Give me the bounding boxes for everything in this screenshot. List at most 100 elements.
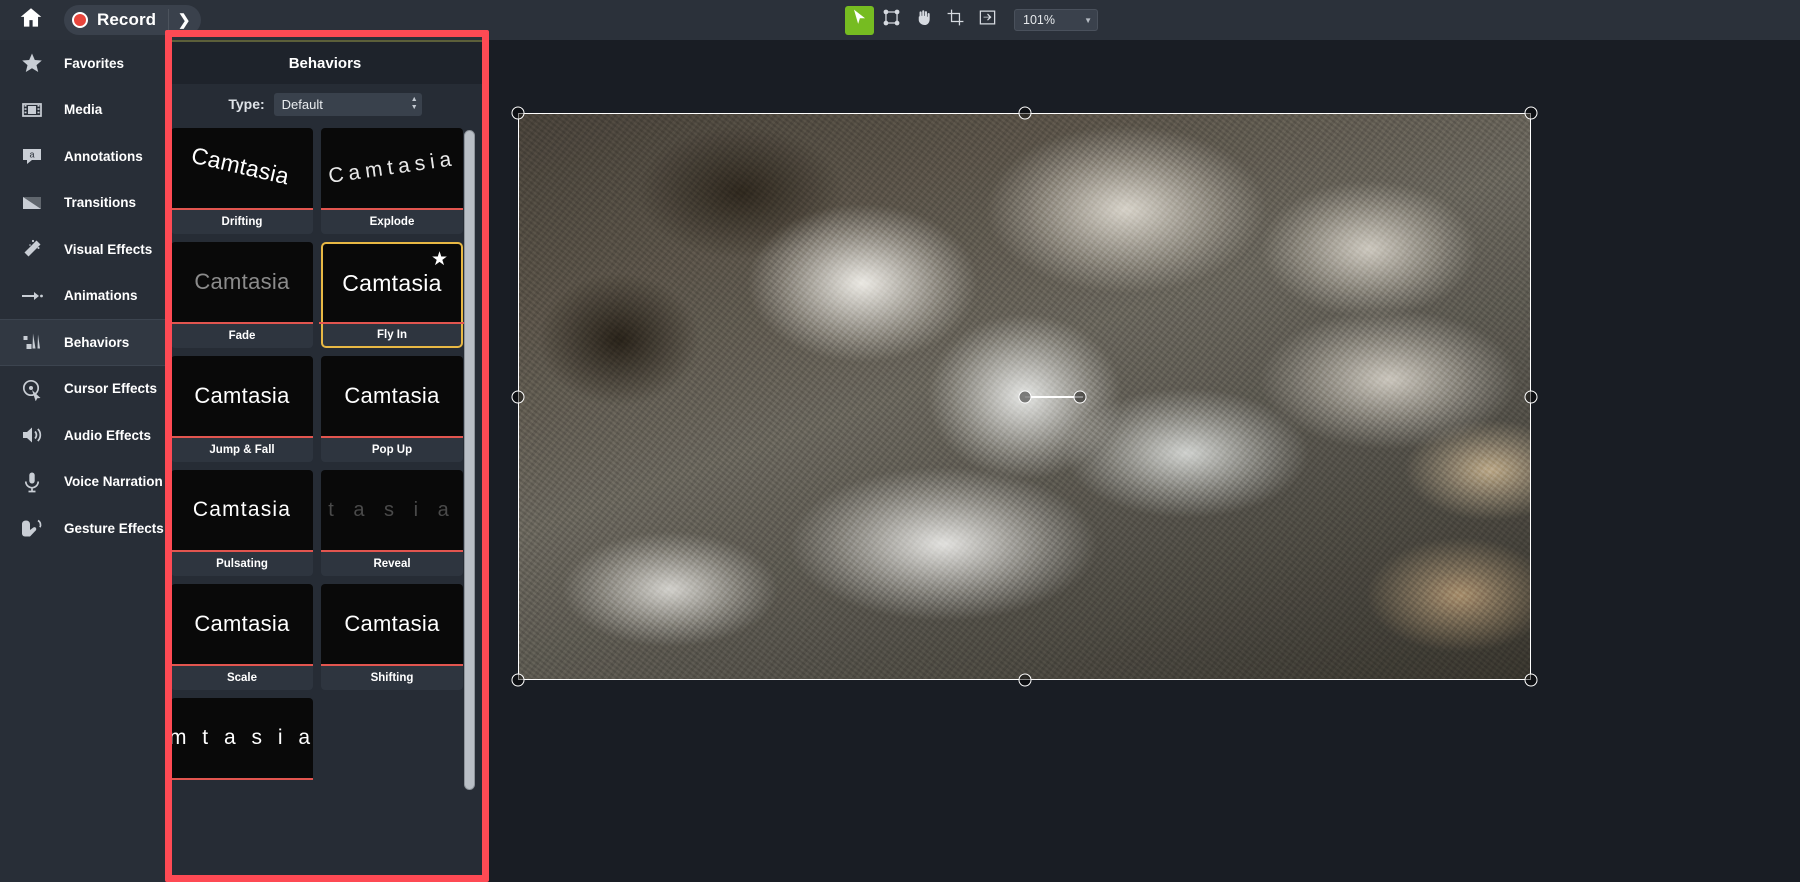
select-tool-button[interactable] [845,5,874,35]
edit-points-tool-button[interactable] [877,6,906,35]
behaviors-icon [16,328,48,356]
behavior-tile-fade[interactable]: Camtasia Fade [171,242,313,348]
behavior-label: Explode [369,216,415,228]
crop-icon [946,8,965,32]
behavior-label: Pop Up [371,444,413,456]
behavior-label: Shifting [370,672,414,684]
sidebar-label: Animations [64,288,138,304]
behavior-caption: Scale [171,666,313,690]
behavior-caption: Reveal [321,552,463,576]
home-icon [18,5,44,36]
behavior-tile-explode[interactable]: Camtasia Explode [321,128,463,234]
preview-text: m t a s i a [171,726,313,749]
hand-icon [914,8,933,32]
behavior-caption: Explode [321,210,463,234]
chevron-down-icon: ▼ [1084,15,1092,25]
preview-text: Camtasia [192,498,292,521]
preview-text: Camtasia [194,611,290,636]
sidebar-label: Favorites [64,55,125,71]
preview-text: Camtasia [344,611,440,636]
behavior-preview: Camtasia [171,584,313,664]
microphone-icon [16,468,48,496]
behaviors-grid: Camtasia Drifting Camtasia Explode Camta… [171,128,465,780]
behavior-preview: Camtasia [171,470,313,550]
magic-wand-icon [16,235,48,263]
canvas-area[interactable] [489,40,1800,882]
sidebar-item-cursor-effects[interactable]: Cursor Effects [0,366,165,413]
home-button[interactable] [0,0,62,40]
handle-middle-right[interactable] [1524,390,1538,403]
canvas-stage[interactable] [511,106,1538,687]
handle-bottom-right[interactable] [1524,673,1538,687]
sidebar-item-gesture-effects[interactable]: Gesture Effects [0,505,165,552]
sidebar-item-favorites[interactable]: Favorites [0,40,165,87]
behavior-preview: Camtasia [321,356,463,436]
sidebar-item-audio-effects[interactable]: Audio Effects [0,412,165,459]
handle-rotate-end[interactable] [1073,390,1086,403]
behavior-label: Jump & Fall [209,444,275,456]
behavior-caption: Fade [171,324,313,348]
preview-text: t a s i a [328,498,456,521]
sidebar-label: Media [64,102,103,118]
star-icon [16,49,48,77]
sidebar-item-annotations[interactable]: a Annotations [0,133,165,180]
behavior-tile-scale[interactable]: Camtasia Scale [171,584,313,690]
zoom-level-select[interactable]: 101% ▼ [1014,9,1098,31]
handle-center-rotate[interactable] [1018,390,1031,403]
type-select[interactable]: Default ▲ ▼ [273,92,422,116]
record-button[interactable]: Record ❯ [64,5,202,35]
handle-top-left[interactable] [511,106,525,120]
callout-a-icon: a [16,142,48,170]
handle-bottom-left[interactable] [511,673,525,687]
handle-top-right[interactable] [1524,106,1538,120]
type-row: Type: Default ▲ ▼ [165,84,485,124]
preview-text: Camtasia [344,383,440,408]
sidebar-item-voice-narration[interactable]: Voice Narration [0,459,165,506]
hand-tool-button[interactable] [909,6,938,35]
panel-scrollbar-track[interactable] [464,130,475,790]
sidebar-item-behaviors[interactable]: Behaviors [0,319,165,366]
spinner-arrows-icon: ▲ ▼ [410,96,418,111]
crop-tool-button[interactable] [941,6,970,35]
arrow-animate-icon [16,282,48,310]
behavior-label: Drifting [221,216,263,228]
cursor-effects-icon [16,375,48,403]
preview-text: Camtasia [194,383,290,408]
sidebar-item-transitions[interactable]: Transitions [0,180,165,227]
behavior-tile-pulsating[interactable]: Camtasia Pulsating [171,470,313,576]
record-dot-icon [72,12,88,28]
handle-middle-left[interactable] [511,390,525,403]
svg-text:a: a [29,150,34,160]
behavior-caption: Pulsating [171,552,313,576]
sidebar-item-visual-effects[interactable]: Visual Effects [0,226,165,273]
favorite-star-icon[interactable]: ★ [431,250,448,269]
behavior-tile-jump-and-fall[interactable]: Camtasia Jump & Fall [171,356,313,462]
preview-text: Camtasia [189,141,293,189]
behavior-tile-partial[interactable]: m t a s i a [171,698,313,780]
panel-title: Behaviors [288,54,362,72]
behavior-tile-fly-in[interactable]: Camtasia ★ Fly In [319,242,465,348]
behavior-preview: Camtasia [321,128,463,208]
type-label: Type: [228,96,265,112]
sidebar-label: Gesture Effects [64,520,164,536]
top-toolbar: Record ❯ 101% ▼ [0,0,1800,40]
panel-scrollbar-thumb[interactable] [464,130,475,790]
handle-top-center[interactable] [1018,106,1031,120]
sidebar-label: Behaviors [64,334,130,350]
handle-bottom-center[interactable] [1018,673,1031,687]
behavior-tile-pop-up[interactable]: Camtasia Pop Up [321,356,463,462]
transform-icon [978,8,997,32]
chevron-right-icon[interactable]: ❯ [169,5,199,35]
sidebar-label: Transitions [64,195,137,211]
behaviors-grid-scroll[interactable]: Camtasia Drifting Camtasia Explode Camta… [171,128,479,796]
behavior-label: Pulsating [216,558,268,570]
behavior-tile-shifting[interactable]: Camtasia Shifting [321,584,463,690]
behaviors-panel: Behaviors Type: Default ▲ ▼ Camtasia Drif… [165,40,485,882]
panel-header: Behaviors [165,42,485,84]
transform-tool-button[interactable] [973,6,1002,35]
preview-text: Camtasia [194,269,290,294]
behavior-tile-drifting[interactable]: Camtasia Drifting [171,128,313,234]
sidebar-item-media[interactable]: Media [0,87,165,134]
behavior-tile-reveal[interactable]: t a s i a Reveal [321,470,463,576]
sidebar-item-animations[interactable]: Animations [0,273,165,320]
